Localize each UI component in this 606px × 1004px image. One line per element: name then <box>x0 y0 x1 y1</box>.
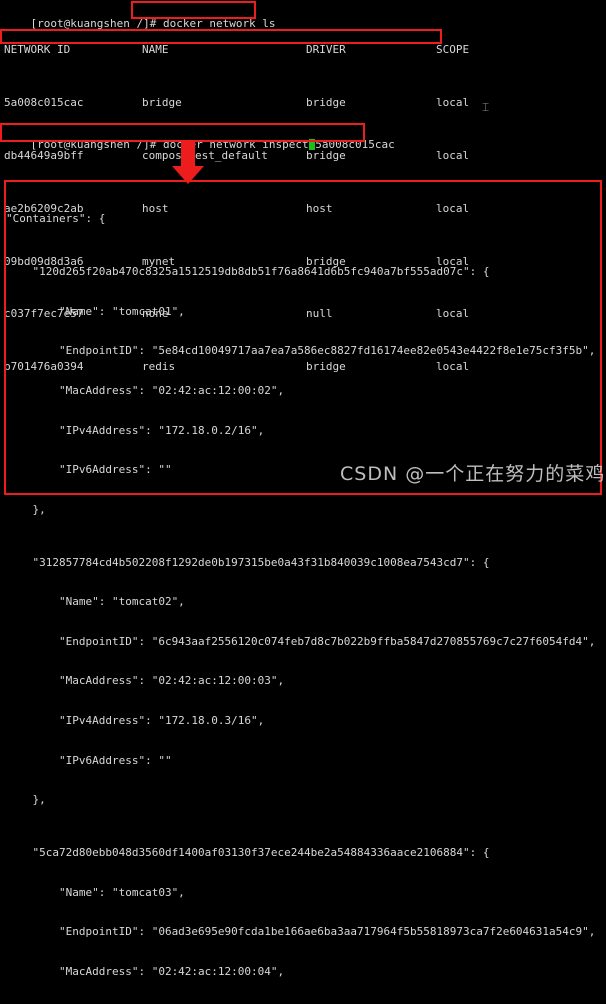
header-name: NAME <box>142 43 169 57</box>
terminal-screen: [root@kuangshen /]# docker network ls NE… <box>0 0 606 978</box>
cell-driver: bridge <box>306 96 346 110</box>
header-driver: DRIVER <box>306 43 346 57</box>
down-arrow-icon <box>172 142 204 184</box>
json-container-hash: "312857784cd4b502208f1292de0b197315be0a4… <box>6 555 490 569</box>
watermark-text: CSDN @一个正在努力的菜鸡 <box>340 463 606 485</box>
json-container-ipv6: "IPv6Address": "" <box>6 753 172 767</box>
json-container-close: }, <box>6 793 46 807</box>
json-container-close: }, <box>6 502 46 516</box>
cell-scope: local <box>436 96 470 110</box>
json-container-endpointid: "EndpointID": "5e84cd10049717aa7ea7a586e… <box>6 344 596 358</box>
json-root-key: "Containers": { <box>6 212 106 226</box>
json-container-macaddress: "MacAddress": "02:42:ac:12:00:03", <box>6 674 285 688</box>
shell-prompt: [root@kuangshen /]# <box>30 138 157 152</box>
table-row[interactable]: 5a008c015cac bridge bridge local <box>4 96 469 109</box>
cell-name: bridge <box>142 96 182 110</box>
json-container-macaddress: "MacAddress": "02:42:ac:12:00:04", <box>6 964 285 978</box>
cell-scope: local <box>436 149 470 162</box>
command-arg-network-id[interactable]: 5a008c015cac <box>315 138 394 151</box>
header-scope: SCOPE <box>436 43 470 57</box>
json-container-ipv4: "IPv4Address": "172.18.0.3/16", <box>6 713 265 727</box>
inspect-space-1 <box>156 138 163 151</box>
json-container-hash: "120d265f20ab470c8325a1512519db8db51f76a… <box>6 265 490 279</box>
json-container-name: "Name": "tomcat02", <box>6 595 185 609</box>
json-container-name: "Name": "tomcat03", <box>6 885 185 899</box>
cell-network-id: 5a008c015cac <box>4 96 84 110</box>
json-container-endpointid: "EndpointID": "6c943aaf2556120c074feb7d8… <box>6 634 596 648</box>
json-container-macaddress: "MacAddress": "02:42:ac:12:00:02", <box>6 383 285 397</box>
text-cursor-icon: ⌶ <box>482 100 490 114</box>
json-container-name: "Name": "tomcat01", <box>6 304 185 318</box>
json-container-ipv4: "IPv4Address": "172.18.0.2/16", <box>6 423 265 437</box>
table-header-row: NETWORK ID NAME DRIVER SCOPE <box>4 43 469 56</box>
header-network-id: NETWORK ID <box>4 43 71 57</box>
inspect-json-output: "Containers": { "120d265f20ab470c8325a15… <box>6 186 595 1004</box>
json-container-hash: "5ca72d80ebb048d3560df1400af03130f37ece2… <box>6 845 490 859</box>
json-container-endpointid: "EndpointID": "06ad3e695e90fcda1be166ae6… <box>6 925 596 939</box>
